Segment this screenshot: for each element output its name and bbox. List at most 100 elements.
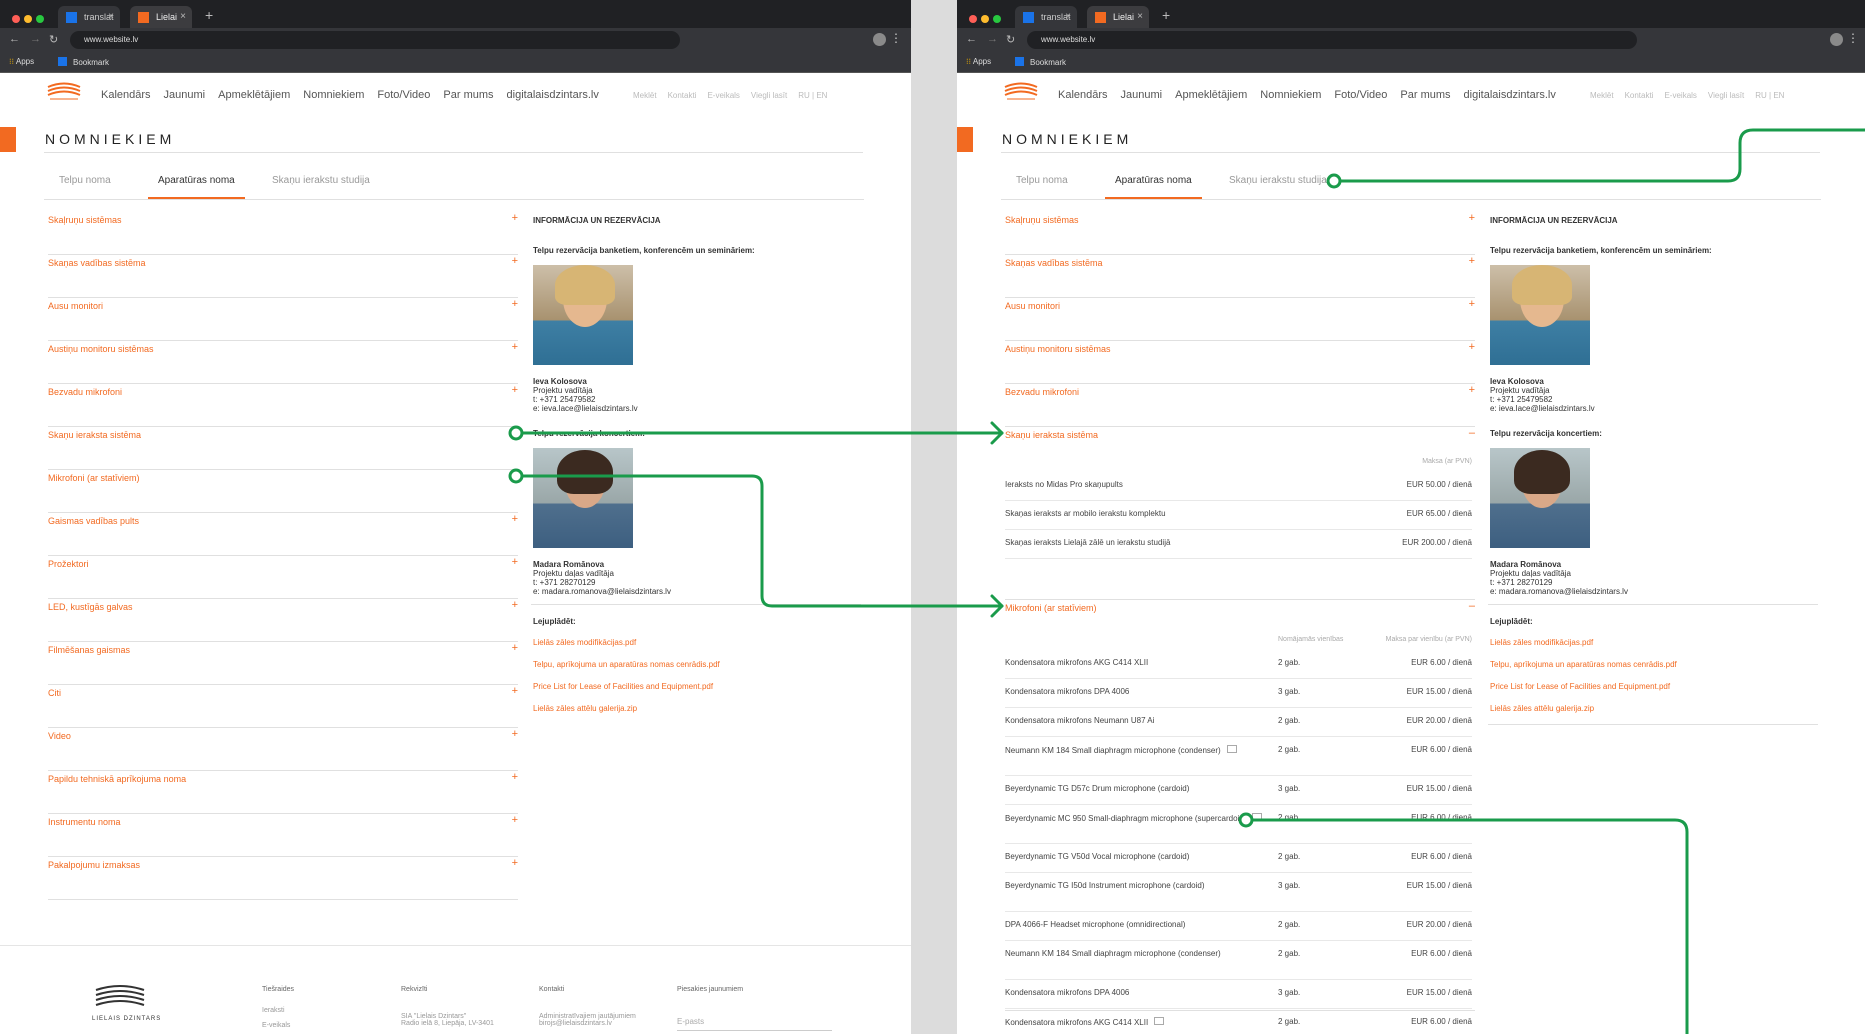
download-link[interactable]: Telpu, aprīkojuma un aparatūras nomas ce…	[533, 660, 863, 669]
nav-item-nomniekiem[interactable]: Nomniekiem	[1260, 89, 1321, 101]
accordion-item[interactable]: Gaismas vadības pults +	[48, 513, 518, 556]
contacts-link[interactable]: Kontakti	[668, 91, 697, 100]
address-bar[interactable]: www.website.lv	[1027, 31, 1637, 49]
lielais-dzintars-logo-icon[interactable]	[46, 81, 82, 105]
more-menu-icon[interactable]: ⋮	[1847, 31, 1859, 45]
profile-avatar[interactable]	[1830, 33, 1843, 46]
nav-item-kalendars[interactable]: Kalendārs	[101, 89, 151, 101]
contact-email[interactable]: e: madara.romanova@lielaisdzintars.lv	[1490, 587, 1820, 596]
language-switch[interactable]: RU | EN	[798, 91, 827, 100]
accordion-item[interactable]: Skaļruņu sistēmas +	[1005, 212, 1475, 255]
window-controls[interactable]	[12, 10, 48, 28]
close-icon[interactable]: ×	[108, 6, 114, 28]
download-link[interactable]: Lielās zāles modifikācijas.pdf	[1490, 638, 1820, 647]
accordion-item[interactable]: Skaņu ieraksta sistēma +	[48, 427, 518, 470]
easy-read-link[interactable]: Viegli lasīt	[751, 91, 787, 100]
tab-skanu-ierakstu-studija[interactable]: Skaņu ierakstu studija	[1229, 175, 1327, 186]
address-bar[interactable]: www.website.lv	[70, 31, 680, 49]
expand-plus-icon[interactable]: +	[1469, 298, 1475, 310]
download-link[interactable]: Lielās zāles attēlu galerija.zip	[1490, 704, 1820, 713]
accordion-item[interactable]: Skaņas vadības sistēma +	[48, 255, 518, 298]
accordion-item[interactable]: Bezvadu mikrofoni +	[48, 384, 518, 427]
expand-plus-icon[interactable]: +	[1469, 384, 1475, 396]
download-link[interactable]: Telpu, aprīkojuma un aparatūras nomas ce…	[1490, 660, 1820, 669]
close-icon[interactable]: ×	[180, 6, 186, 28]
contact-email[interactable]: e: ieva.lace@lielaisdzintars.lv	[1490, 404, 1820, 413]
browser-tab-lielais[interactable]: Lielai ×	[1087, 6, 1149, 28]
nav-item-par-mums[interactable]: Par mums	[1400, 89, 1450, 101]
expand-plus-icon[interactable]: +	[512, 685, 518, 697]
back-icon[interactable]: ←	[966, 33, 977, 45]
tab-telpu-noma[interactable]: Telpu noma	[1016, 175, 1068, 186]
back-icon[interactable]: ←	[9, 33, 20, 45]
eshop-link[interactable]: E-veikals	[1664, 91, 1696, 100]
contact-email[interactable]: e: ieva.lace@lielaisdzintars.lv	[533, 404, 863, 413]
tab-skanu-ierakstu-studija[interactable]: Skaņu ierakstu studija	[272, 175, 370, 186]
lielais-dzintars-logo-icon[interactable]	[1003, 81, 1039, 105]
accordion-item[interactable]: Papildu tehniskā aprīkojuma noma +	[48, 771, 518, 814]
accordion-item[interactable]: Video +	[48, 728, 518, 771]
forward-icon[interactable]: →	[30, 33, 41, 45]
newsletter-email-input[interactable]: E-pasts	[677, 1017, 832, 1031]
tab-aparaturas-noma[interactable]: Aparatūras noma	[1105, 175, 1202, 199]
contact-phone[interactable]: t: +371 28270129	[533, 578, 863, 587]
more-menu-icon[interactable]: ⋮	[890, 31, 902, 45]
apps-shortcut[interactable]: ⁝⁝ Apps	[9, 57, 34, 66]
contact-phone[interactable]: t: +371 25479582	[533, 395, 863, 404]
accordion-item[interactable]: Bezvadu mikrofoni +	[1005, 384, 1475, 427]
accordion-item[interactable]: LED, kustīgās galvas +	[48, 599, 518, 642]
nav-item-par-mums[interactable]: Par mums	[443, 89, 493, 101]
accordion-item[interactable]: Skaļruņu sistēmas +	[48, 212, 518, 255]
expand-plus-icon[interactable]: +	[512, 599, 518, 611]
reload-icon[interactable]: ↻	[1006, 33, 1015, 46]
accordion-item[interactable]: Mikrofoni (ar statīviem) +	[48, 470, 518, 513]
nav-item-nomniekiem[interactable]: Nomniekiem	[303, 89, 364, 101]
contact-phone[interactable]: t: +371 25479582	[1490, 395, 1820, 404]
expand-plus-icon[interactable]: +	[512, 384, 518, 396]
apps-shortcut[interactable]: ⁝⁝ Apps	[966, 57, 991, 66]
eshop-link[interactable]: E-veikals	[707, 91, 739, 100]
accordion-item[interactable]: Ausu monitori +	[1005, 298, 1475, 341]
expand-plus-icon[interactable]: +	[512, 556, 518, 568]
expand-plus-icon[interactable]: +	[512, 857, 518, 869]
new-tab-button[interactable]: +	[1162, 7, 1170, 23]
accordion-item[interactable]: Filmēšanas gaismas +	[48, 642, 518, 685]
close-icon[interactable]: ×	[1065, 6, 1071, 28]
accordion-item[interactable]: Prožektori +	[48, 556, 518, 599]
nav-item-foto-video[interactable]: Foto/Video	[1334, 89, 1387, 101]
browser-tab-lielais[interactable]: Lielai ×	[130, 6, 192, 28]
expand-plus-icon[interactable]: +	[512, 427, 518, 439]
accordion-item[interactable]: Pakalpojumu izmaksas +	[48, 857, 518, 900]
expand-plus-icon[interactable]: +	[1469, 212, 1475, 224]
profile-avatar[interactable]	[873, 33, 886, 46]
image-preview-icon[interactable]	[1226, 745, 1237, 753]
bookmark-item[interactable]: Bookmark	[1015, 57, 1066, 67]
search-link[interactable]: Meklēt	[633, 91, 657, 100]
window-controls[interactable]	[969, 10, 1005, 28]
expand-plus-icon[interactable]: +	[512, 212, 518, 224]
collapse-minus-icon[interactable]: –	[1469, 600, 1475, 612]
accordion-item[interactable]: Austiņu monitoru sistēmas +	[48, 341, 518, 384]
expand-plus-icon[interactable]: +	[512, 771, 518, 783]
nav-item-digitalaisdzintars[interactable]: digitalaisdzintars.lv	[507, 89, 599, 101]
contact-email[interactable]: e: madara.romanova@lielaisdzintars.lv	[533, 587, 863, 596]
accordion-item[interactable]: Citi +	[48, 685, 518, 728]
reload-icon[interactable]: ↻	[49, 33, 58, 46]
nav-item-apmekletajiem[interactable]: Apmeklētājiem	[1175, 89, 1247, 101]
download-link[interactable]: Lielās zāles attēlu galerija.zip	[533, 704, 863, 713]
expand-plus-icon[interactable]: +	[512, 298, 518, 310]
browser-tab-translate[interactable]: translat ×	[1015, 6, 1077, 28]
nav-item-kalendars[interactable]: Kalendārs	[1058, 89, 1108, 101]
browser-tab-translate[interactable]: translat ×	[58, 6, 120, 28]
new-tab-button[interactable]: +	[205, 7, 213, 23]
nav-item-digitalaisdzintars[interactable]: digitalaisdzintars.lv	[1464, 89, 1556, 101]
accordion-item[interactable]: Ausu monitori +	[48, 298, 518, 341]
nav-item-apmekletajiem[interactable]: Apmeklētājiem	[218, 89, 290, 101]
contacts-link[interactable]: Kontakti	[1625, 91, 1654, 100]
expand-plus-icon[interactable]: +	[1469, 341, 1475, 353]
download-link[interactable]: Price List for Lease of Facilities and E…	[533, 682, 863, 691]
forward-icon[interactable]: →	[987, 33, 998, 45]
bookmark-item[interactable]: Bookmark	[58, 57, 109, 67]
accordion-item[interactable]: Skaņas vadības sistēma +	[1005, 255, 1475, 298]
expand-plus-icon[interactable]: +	[512, 470, 518, 482]
